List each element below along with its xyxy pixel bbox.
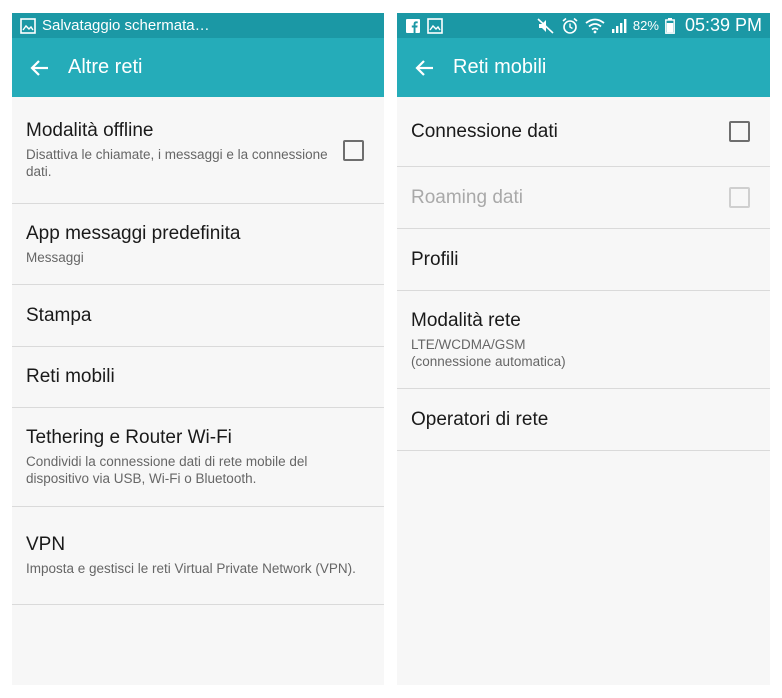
item-title: Reti mobili [26, 366, 115, 387]
item-title: Connessione dati [411, 120, 558, 142]
status-bar: 82% 05:39 PM [397, 13, 770, 38]
back-arrow-icon[interactable] [413, 56, 437, 80]
page-title: Reti mobili [453, 56, 547, 78]
signal-icon [611, 18, 627, 33]
back-arrow-icon[interactable] [28, 56, 52, 80]
status-text: Salvataggio schermata… [42, 17, 210, 34]
list-item-connessione-dati[interactable]: Connessione dati [397, 97, 770, 167]
item-subtitle: Messaggi [26, 249, 84, 265]
app-bar: Reti mobili [397, 38, 770, 97]
page-title: Altre reti [68, 56, 143, 78]
offline-checkbox[interactable] [343, 139, 364, 161]
mute-icon [537, 17, 554, 34]
screen-altre-reti: Salvataggio schermata… Altre reti Modali… [12, 13, 384, 685]
item-title: Operatori di rete [411, 408, 549, 430]
list-item-profili[interactable]: Profili [397, 229, 770, 291]
battery-percent: 82% [632, 18, 659, 33]
item-title: Stampa [26, 304, 92, 326]
gallery-icon [427, 17, 443, 34]
clock: 05:39 PM [684, 15, 762, 35]
item-subtitle: Condividi la connessione dati di rete mo… [26, 454, 308, 486]
list-item-operatori-di-rete[interactable]: Operatori di rete [397, 389, 770, 451]
item-title: VPN [26, 534, 66, 555]
item-title: Profili [411, 248, 459, 270]
alarm-icon [562, 17, 578, 34]
status-bar: Salvataggio schermata… [12, 13, 384, 38]
list-item-modalita-rete[interactable]: Modalità rete LTE/WCDMA/GSM (connessione… [397, 291, 770, 389]
item-subtitle: Disattiva le chiamate, i messaggi e la c… [26, 147, 328, 179]
list-item-vpn[interactable]: VPN Imposta e gestisci le reti Virtual P… [12, 507, 384, 605]
item-title: Tethering e Router Wi-Fi [26, 427, 232, 448]
connessione-dati-checkbox[interactable] [729, 121, 750, 142]
roaming-dati-checkbox [729, 187, 750, 208]
item-title: Modalità offline [26, 120, 154, 141]
item-title: App messaggi predefinita [26, 222, 241, 244]
item-subtitle: LTE/WCDMA/GSM (connessione automatica) [411, 336, 566, 369]
wifi-icon [585, 18, 605, 33]
list-item-modalita-offline[interactable]: Modalità offline Disattiva le chiamate, … [12, 97, 384, 204]
list-item-app-messaggi[interactable]: App messaggi predefinita Messaggi [12, 204, 384, 285]
battery-icon [665, 17, 675, 34]
item-subtitle: Imposta e gestisci le reti Virtual Priva… [26, 561, 356, 576]
facebook-icon [406, 18, 420, 33]
app-bar: Altre reti [12, 38, 384, 97]
item-title: Modalità rete [411, 309, 521, 331]
list-item-roaming-dati: Roaming dati [397, 167, 770, 229]
list-item-stampa[interactable]: Stampa [12, 285, 384, 347]
list-item-reti-mobili[interactable]: Reti mobili [12, 347, 384, 408]
settings-list: Modalità offline Disattiva le chiamate, … [12, 97, 384, 605]
list-item-tethering[interactable]: Tethering e Router Wi-Fi Condividi la co… [12, 408, 384, 507]
item-title: Roaming dati [411, 186, 523, 208]
screenshot-icon [20, 17, 36, 34]
screen-reti-mobili: 82% 05:39 PM Reti mobili Connessione dat… [397, 13, 770, 685]
settings-list: Connessione dati Roaming dati Profili Mo… [397, 97, 770, 451]
